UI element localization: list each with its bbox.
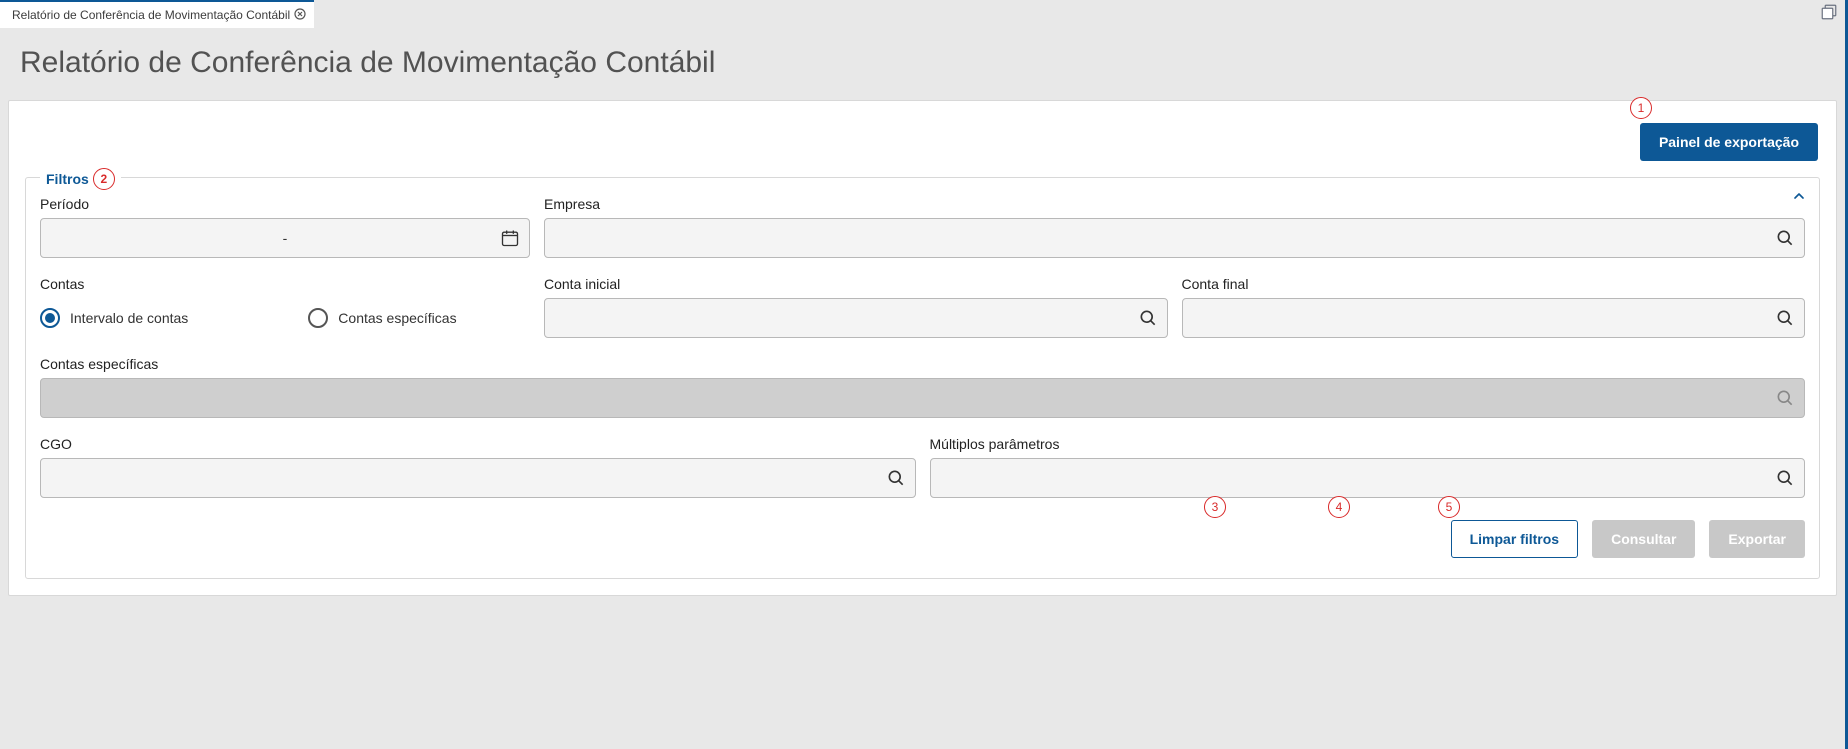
- conta-inicial-input[interactable]: [544, 298, 1168, 338]
- annotation-3: 3: [1204, 496, 1226, 518]
- radio-especificas-label: Contas específicas: [338, 310, 456, 326]
- filters-legend-label: Filtros: [46, 171, 89, 187]
- radio-checked-icon: [40, 308, 60, 328]
- cgo-label: CGO: [40, 436, 916, 452]
- conta-inicial-label: Conta inicial: [544, 276, 1168, 292]
- conta-final-field[interactable]: [1183, 299, 1805, 337]
- export-panel-button[interactable]: Painel de exportação: [1640, 123, 1818, 161]
- annotation-5: 5: [1438, 496, 1460, 518]
- annotation-2: 2: [93, 168, 115, 190]
- radio-intervalo-label: Intervalo de contas: [70, 310, 188, 326]
- collapse-toggle[interactable]: [1791, 188, 1807, 204]
- conta-final-input[interactable]: [1182, 298, 1806, 338]
- contas-especificas-field: [41, 379, 1804, 417]
- clear-filters-button[interactable]: Limpar filtros: [1451, 520, 1578, 558]
- radio-intervalo-contas[interactable]: Intervalo de contas: [40, 308, 188, 328]
- search-icon[interactable]: [885, 467, 907, 489]
- contas-especificas-input: [40, 378, 1805, 418]
- conta-inicial-field[interactable]: [545, 299, 1167, 337]
- contas-label: Contas: [40, 276, 530, 292]
- tab-bar: Relatório de Conferência de Movimentação…: [0, 0, 1845, 28]
- close-icon[interactable]: [294, 8, 308, 22]
- annotation-4: 4: [1328, 496, 1350, 518]
- multiplos-parametros-field[interactable]: [931, 459, 1805, 497]
- empresa-field[interactable]: [545, 219, 1804, 257]
- radio-contas-especificas[interactable]: Contas específicas: [308, 308, 456, 328]
- cgo-field[interactable]: [41, 459, 915, 497]
- contas-especificas-label: Contas específicas: [40, 356, 1805, 372]
- search-icon: [1774, 387, 1796, 409]
- search-icon[interactable]: [1774, 307, 1796, 329]
- main-panel: 1 Painel de exportação Filtros 2 Período…: [8, 100, 1837, 596]
- page-title: Relatório de Conferência de Movimentação…: [20, 46, 1825, 80]
- annotation-1: 1: [1630, 97, 1652, 119]
- cgo-input[interactable]: [40, 458, 916, 498]
- conta-final-label: Conta final: [1182, 276, 1806, 292]
- export-button[interactable]: Exportar: [1709, 520, 1805, 558]
- periodo-value: -: [41, 230, 529, 246]
- calendar-icon[interactable]: [499, 227, 521, 249]
- periodo-label: Período: [40, 196, 530, 212]
- multiplos-parametros-input[interactable]: [930, 458, 1806, 498]
- radio-unchecked-icon: [308, 308, 328, 328]
- consult-button[interactable]: Consultar: [1592, 520, 1695, 558]
- window-stack-icon[interactable]: [1819, 2, 1839, 22]
- empresa-input[interactable]: [544, 218, 1805, 258]
- search-icon[interactable]: [1774, 467, 1796, 489]
- empresa-label: Empresa: [544, 196, 1805, 212]
- periodo-input[interactable]: -: [40, 218, 530, 258]
- search-icon[interactable]: [1774, 227, 1796, 249]
- search-icon[interactable]: [1137, 307, 1159, 329]
- tab-title: Relatório de Conferência de Movimentação…: [12, 8, 290, 22]
- multiplos-parametros-label: Múltiplos parâmetros: [930, 436, 1806, 452]
- tab-active[interactable]: Relatório de Conferência de Movimentação…: [0, 0, 314, 28]
- filters-panel: Filtros 2 Período - Empre: [25, 177, 1820, 579]
